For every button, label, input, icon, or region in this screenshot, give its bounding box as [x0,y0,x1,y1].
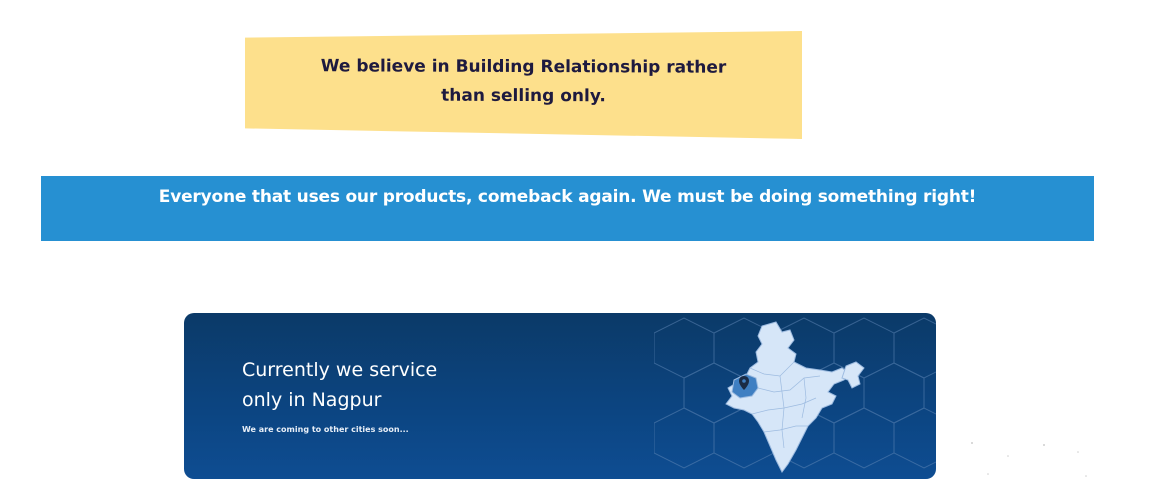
testimonial-banner: Everyone that uses our products, comebac… [41,176,1094,241]
service-title: Currently we service only in Nagpur [242,355,502,415]
quote-note: We believe in Building Relationship rath… [245,29,802,139]
quote-text: We believe in Building Relationship rath… [320,56,727,107]
service-title-line1: Currently we service [242,359,438,381]
banner-text: Everyone that uses our products, comebac… [158,187,977,207]
india-map-icon [725,321,865,473]
decorative-dots [971,442,1087,477]
service-subtitle: We are coming to other cities soon... [242,425,409,434]
service-area-card: Currently we service only in Nagpur We a… [184,313,936,479]
northeast-region-shape [841,361,865,389]
service-title-line2: only in Nagpur [242,389,382,411]
